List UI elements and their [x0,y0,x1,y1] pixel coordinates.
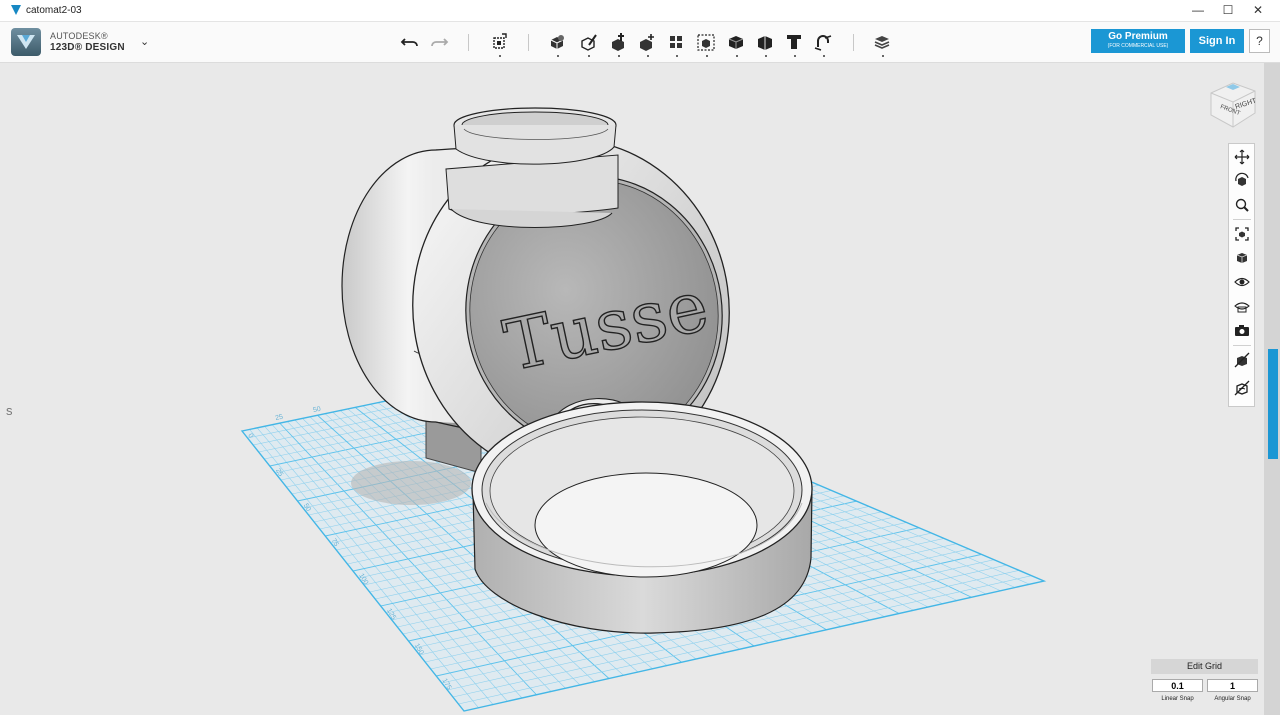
close-button[interactable]: ✕ [1243,0,1273,22]
3d-viewport[interactable]: 02550751001251501752002550 Tusse [6,63,1270,713]
go-premium-sublabel: (FOR COMMERCIAL USE) [1107,43,1169,49]
view-icon[interactable] [1233,249,1251,267]
app-logo-badge[interactable] [11,28,41,56]
toolbar-divider [853,34,854,51]
app-logo-icon [11,5,21,15]
material-toggle-icon[interactable] [1233,351,1251,369]
undo-icon[interactable] [399,31,421,53]
visibility-icon[interactable] [1233,273,1251,291]
grid-axis-label: 50 [312,406,321,414]
angular-snap-label: Angular Snap [1214,696,1251,702]
go-premium-button[interactable]: Go Premium (FOR COMMERCIAL USE) [1091,29,1185,53]
grouping-icon[interactable] [695,31,717,57]
toolbar-divider [528,34,529,51]
brand-autodesk: AUTODESK® [50,31,108,41]
sign-in-button[interactable]: Sign In [1190,29,1244,53]
hidden-icon[interactable] [1233,297,1251,315]
right-edge-strip [1264,63,1280,715]
help-button[interactable]: ? [1249,29,1270,53]
grid-axis-label: 25 [275,414,284,422]
edit-grid-panel: Edit Grid Linear Snap Angular Snap [1151,659,1258,711]
outline-toggle-icon[interactable] [1233,379,1251,397]
navigation-bar [1228,143,1255,407]
construct-icon[interactable] [607,31,629,57]
go-premium-label: Go Premium [1108,31,1168,42]
combine-icon[interactable] [725,31,747,57]
minimize-button[interactable]: — [1183,0,1213,22]
modify-icon[interactable] [636,31,658,57]
window-title: catomat2-03 [26,5,82,16]
app-logo-icon [17,35,35,49]
angular-snap-input[interactable] [1207,679,1258,692]
maximize-button[interactable]: ☐ [1213,0,1243,22]
pattern-icon[interactable] [665,31,687,57]
brand-product: 123D® DESIGN [50,42,125,53]
grid-axis-label: 200 [468,713,480,714]
snap-icon[interactable] [812,31,834,57]
scroll-handle[interactable] [1268,349,1278,459]
offscreen-label-fragment: s [6,403,13,418]
fit-icon[interactable] [1233,225,1251,243]
text-icon[interactable] [783,31,805,57]
view-cube[interactable]: FRONT RIGHT [1205,75,1260,130]
toolbar-divider [468,34,469,51]
app-window: catomat2-03 — ☐ ✕ AUTODESK® 123D® DESIGN… [0,0,1280,715]
model-shadow [351,461,471,505]
app-menu-chevron-icon[interactable]: ⌄ [140,35,149,48]
zoom-icon[interactable] [1233,196,1251,214]
measure-icon[interactable] [754,31,776,57]
edit-grid-button[interactable]: Edit Grid [1151,659,1258,674]
material-icon[interactable] [871,31,893,57]
redo-icon[interactable] [428,31,450,53]
title-bar: catomat2-03 — ☐ ✕ [0,0,1280,22]
pan-icon[interactable] [1233,148,1251,166]
scene-canvas: 02550751001251501752002550 Tusse [240,107,1047,714]
camera-icon[interactable] [1233,321,1251,339]
primitives-icon[interactable] [546,31,568,57]
linear-snap-input[interactable] [1152,679,1203,692]
linear-snap-label: Linear Snap [1161,696,1194,702]
orbit-icon[interactable] [1233,172,1251,190]
bowl-floor [534,472,758,578]
main-toolbar: AUTODESK® 123D® DESIGN ⌄ Go Premium (FOR… [0,22,1280,63]
transform-icon[interactable] [488,31,510,57]
sketch-icon[interactable] [577,31,599,57]
